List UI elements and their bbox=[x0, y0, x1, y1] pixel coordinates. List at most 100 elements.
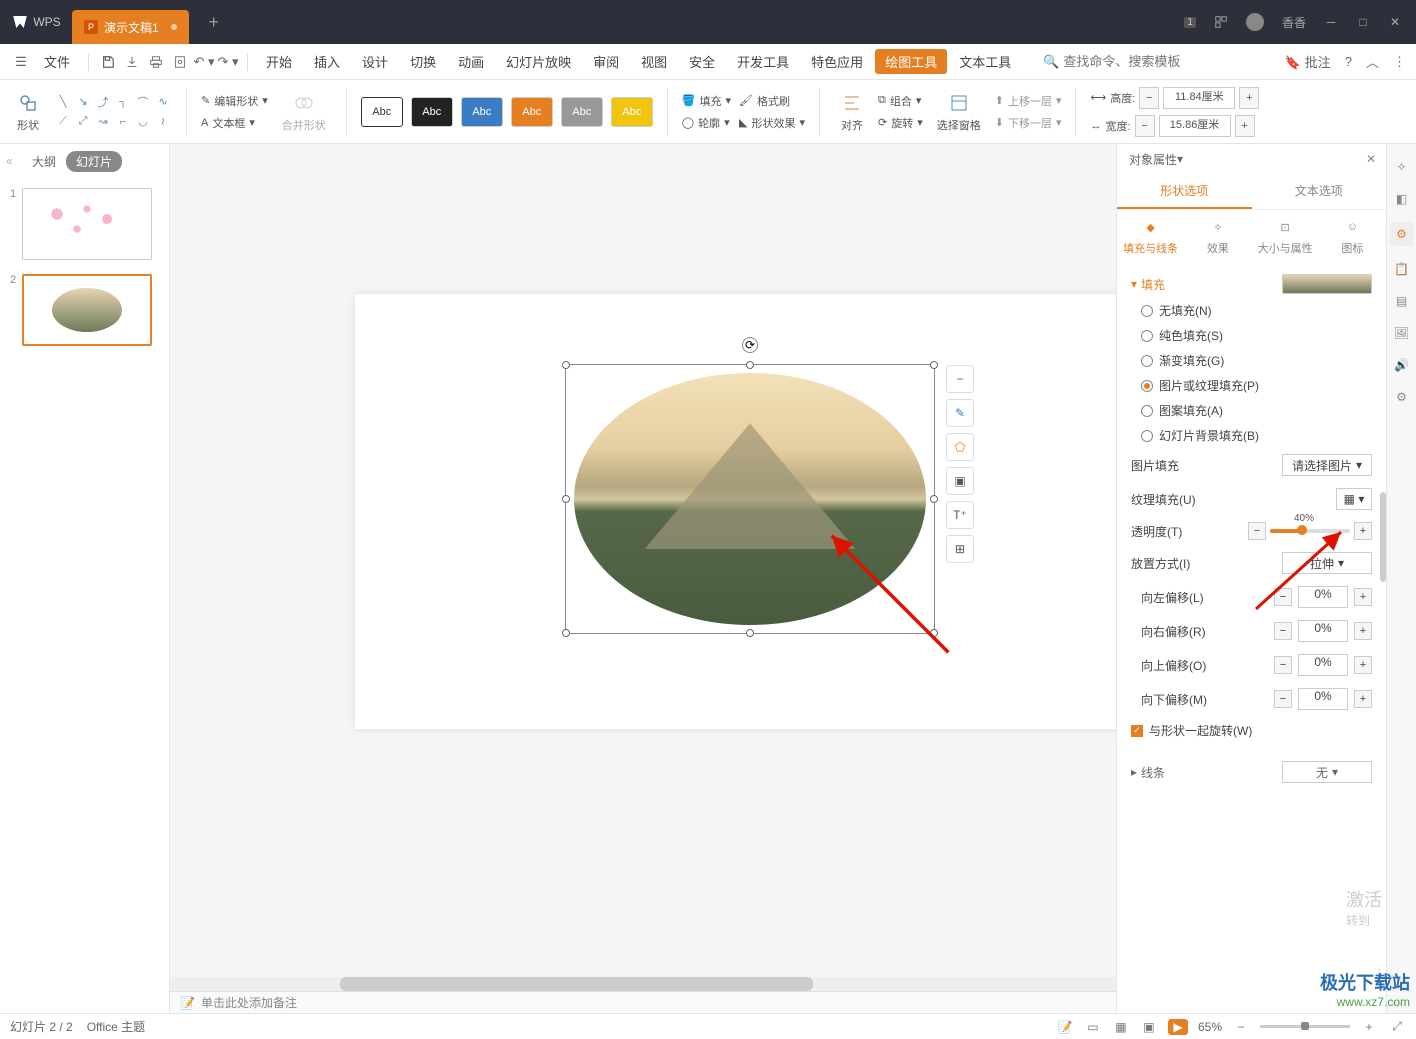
slides-tab[interactable]: 幻灯片 bbox=[66, 151, 122, 172]
subtab-icon[interactable]: ☺图标 bbox=[1319, 218, 1386, 256]
redo-icon[interactable]: ↷ ▾ bbox=[217, 51, 239, 73]
dock-style-icon[interactable]: ◧ bbox=[1393, 190, 1411, 208]
height-input[interactable]: 11.84厘米 bbox=[1163, 87, 1235, 109]
horizontal-scrollbar[interactable] bbox=[170, 977, 1116, 991]
offset-right-dec[interactable]: − bbox=[1274, 622, 1292, 640]
style-swatch-6[interactable]: Abc bbox=[611, 97, 653, 127]
panel-close-icon[interactable]: ✕ bbox=[1366, 152, 1376, 166]
resize-handle-bl[interactable] bbox=[562, 629, 570, 637]
slideshow-play-button[interactable]: ▶ bbox=[1168, 1019, 1188, 1035]
fill-slidebg-radio[interactable]: 幻灯片背景填充(B) bbox=[1131, 423, 1372, 448]
picture-fill-combo[interactable]: 请选择图片 ▾ bbox=[1282, 454, 1372, 476]
save-as-icon[interactable] bbox=[121, 51, 143, 73]
resize-handle-tl[interactable] bbox=[562, 361, 570, 369]
float-pen-icon[interactable]: ✎ bbox=[946, 399, 974, 427]
more-icon[interactable]: ⋮ bbox=[1393, 54, 1406, 70]
notification-badge[interactable]: 1 bbox=[1184, 17, 1196, 28]
menu-design[interactable]: 设计 bbox=[352, 48, 398, 75]
offset-top-dec[interactable]: − bbox=[1274, 656, 1292, 674]
float-layer-icon[interactable]: ▣ bbox=[946, 467, 974, 495]
style-swatch-4[interactable]: Abc bbox=[511, 97, 553, 127]
send-backward-button[interactable]: ⬇下移一层 ▾ bbox=[995, 115, 1062, 131]
height-inc[interactable]: + bbox=[1239, 87, 1259, 109]
zoom-slider[interactable] bbox=[1260, 1025, 1350, 1028]
fit-view-icon[interactable]: ⤢ bbox=[1388, 1018, 1406, 1036]
menu-slideshow[interactable]: 幻灯片放映 bbox=[496, 48, 581, 75]
selection-pane-button[interactable]: 选择窗格 bbox=[931, 89, 987, 135]
fill-none-radio[interactable]: 无填充(N) bbox=[1131, 298, 1372, 323]
search-input[interactable] bbox=[1063, 54, 1193, 69]
user-avatar[interactable] bbox=[1246, 13, 1264, 31]
align-button[interactable]: 对齐 bbox=[834, 89, 870, 135]
zoom-out-icon[interactable]: − bbox=[1232, 1018, 1250, 1036]
menu-icon[interactable]: ☰ bbox=[10, 51, 32, 73]
menu-insert[interactable]: 插入 bbox=[304, 48, 350, 75]
offset-left-inc[interactable]: + bbox=[1354, 588, 1372, 606]
group-button[interactable]: ⧉组合 ▾ bbox=[878, 93, 923, 109]
style-swatch-1[interactable]: Abc bbox=[361, 97, 403, 127]
offset-right-inc[interactable]: + bbox=[1354, 622, 1372, 640]
offset-right-input[interactable]: 0% bbox=[1298, 620, 1348, 642]
dock-clipboard-icon[interactable]: 📋 bbox=[1393, 260, 1411, 278]
zoom-in-icon[interactable]: + bbox=[1360, 1018, 1378, 1036]
menu-transition[interactable]: 切换 bbox=[400, 48, 446, 75]
rotate-button[interactable]: ⟳旋转 ▾ bbox=[878, 115, 923, 131]
fill-button[interactable]: 🪣填充 ▾ bbox=[682, 93, 731, 109]
annotate-button[interactable]: 🔖 批注 bbox=[1285, 52, 1331, 71]
file-menu[interactable]: 文件 bbox=[34, 48, 80, 75]
outline-tab[interactable]: 大纲 bbox=[32, 153, 56, 170]
resize-handle-r[interactable] bbox=[930, 495, 938, 503]
rotate-with-shape-checkbox[interactable] bbox=[1131, 725, 1143, 737]
text-box-button[interactable]: A文本框 ▾ bbox=[201, 115, 268, 131]
canvas[interactable]: ⟳ − ✎ ⬠ ▣ T⁺ ⊞ bbox=[170, 144, 1116, 1013]
resize-handle-b[interactable] bbox=[746, 629, 754, 637]
wps-logo[interactable]: WPS bbox=[0, 0, 72, 44]
offset-bottom-input[interactable]: 0% bbox=[1298, 688, 1348, 710]
menu-dev[interactable]: 开发工具 bbox=[727, 48, 799, 75]
panel-scrollbar[interactable] bbox=[1380, 492, 1386, 582]
subtab-effect[interactable]: ✧效果 bbox=[1184, 218, 1251, 256]
dock-template-icon[interactable]: ▤ bbox=[1393, 292, 1411, 310]
menu-review[interactable]: 审阅 bbox=[583, 48, 629, 75]
maximize-icon[interactable]: □ bbox=[1356, 15, 1370, 29]
dock-properties-icon[interactable]: ⚙ bbox=[1390, 222, 1414, 246]
sorter-view-icon[interactable]: ▦ bbox=[1112, 1018, 1130, 1036]
menu-text-tools[interactable]: 文本工具 bbox=[949, 48, 1021, 75]
fill-picture-radio[interactable]: 图片或纹理填充(P) bbox=[1131, 373, 1372, 398]
style-swatch-2[interactable]: Abc bbox=[411, 97, 453, 127]
line-combo[interactable]: 无 ▾ bbox=[1282, 761, 1372, 783]
fill-preview[interactable] bbox=[1282, 274, 1372, 294]
print-icon[interactable] bbox=[145, 51, 167, 73]
slide[interactable]: ⟳ − ✎ ⬠ ▣ T⁺ ⊞ bbox=[355, 294, 1116, 729]
minimize-icon[interactable]: ─ bbox=[1324, 15, 1338, 29]
format-painter-button[interactable]: 🖌格式刷 bbox=[739, 93, 805, 109]
dock-sound-icon[interactable]: 🔊 bbox=[1393, 356, 1411, 374]
menu-view[interactable]: 视图 bbox=[631, 48, 677, 75]
reading-view-icon[interactable]: ▣ bbox=[1140, 1018, 1158, 1036]
section-fill-header[interactable]: ▾ 填充 bbox=[1131, 270, 1372, 298]
subtab-size[interactable]: ⊡大小与属性 bbox=[1252, 218, 1319, 256]
rotate-handle[interactable]: ⟳ bbox=[742, 337, 758, 353]
command-search[interactable]: 🔍 bbox=[1043, 54, 1193, 70]
bring-forward-button[interactable]: ⬆上移一层 ▾ bbox=[995, 93, 1062, 109]
offset-bottom-dec[interactable]: − bbox=[1274, 690, 1292, 708]
dock-new-icon[interactable]: ✧ bbox=[1393, 158, 1411, 176]
edit-shape-button[interactable]: ✎编辑形状 ▾ bbox=[201, 93, 268, 109]
menu-special[interactable]: 特色应用 bbox=[801, 48, 873, 75]
shape-effect-button[interactable]: ◣形状效果 ▾ bbox=[739, 115, 805, 131]
fill-gradient-radio[interactable]: 渐变填充(G) bbox=[1131, 348, 1372, 373]
width-input[interactable]: 15.86厘米 bbox=[1159, 115, 1231, 137]
shape-quick-grid[interactable]: ╲↘⤴┐⌒∿ ⟋⤢↝⌐◡≀ bbox=[54, 93, 172, 131]
notes-bar[interactable]: 📝 单击此处添加备注 bbox=[170, 991, 1116, 1013]
menu-security[interactable]: 安全 bbox=[679, 48, 725, 75]
menu-start[interactable]: 开始 bbox=[256, 48, 302, 75]
dock-image-icon[interactable]: 🖼 bbox=[1393, 324, 1411, 342]
tab-text-options[interactable]: 文本选项 bbox=[1252, 174, 1387, 209]
resize-handle-l[interactable] bbox=[562, 495, 570, 503]
dock-settings-icon[interactable]: ⚙ bbox=[1393, 388, 1411, 406]
resize-handle-tr[interactable] bbox=[930, 361, 938, 369]
resize-handle-t[interactable] bbox=[746, 361, 754, 369]
collapse-ribbon-icon[interactable]: ︿ bbox=[1366, 52, 1379, 71]
offset-top-inc[interactable]: + bbox=[1354, 656, 1372, 674]
fill-solid-radio[interactable]: 纯色填充(S) bbox=[1131, 323, 1372, 348]
